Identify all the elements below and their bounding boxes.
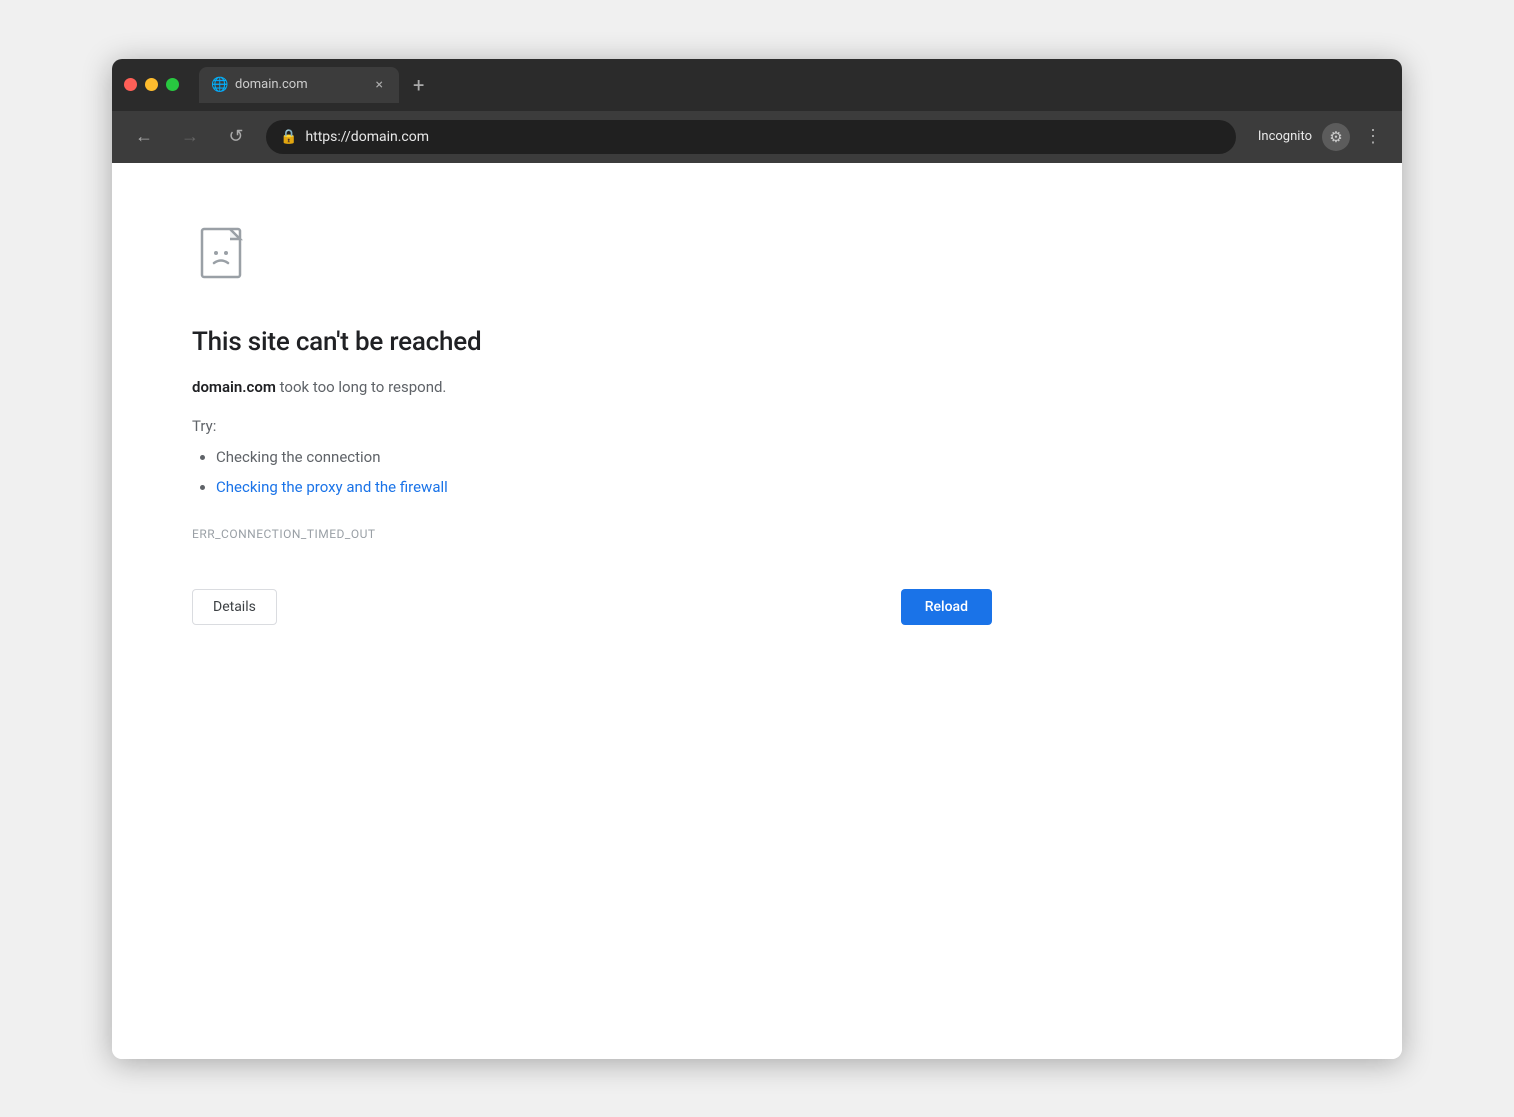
lock-icon: 🔒 <box>280 129 297 145</box>
incognito-label: Incognito <box>1258 129 1312 144</box>
tab-bar: 🌐 domain.com × + <box>199 67 1390 103</box>
incognito-icon: ⚙ <box>1322 123 1350 151</box>
close-window-button[interactable] <box>124 78 137 91</box>
error-page-icon <box>192 223 256 287</box>
maximize-window-button[interactable] <box>166 78 179 91</box>
error-description: domain.com took too long to respond. <box>192 375 992 399</box>
forward-button[interactable]: → <box>174 121 206 153</box>
try-label: Try: <box>192 417 992 435</box>
address-bar-right: Incognito ⚙ ⋮ <box>1258 122 1386 151</box>
window-controls <box>124 78 179 91</box>
tab-title: domain.com <box>235 77 364 92</box>
url-text: https://domain.com <box>305 129 429 145</box>
error-container: This site can't be reached domain.com to… <box>192 223 992 625</box>
active-tab[interactable]: 🌐 domain.com × <box>199 67 399 103</box>
back-button[interactable]: ← <box>128 121 160 153</box>
suggestions-list: Checking the connection Checking the pro… <box>192 445 992 499</box>
tab-close-icon[interactable]: × <box>372 75 387 95</box>
address-bar: ← → ↺ 🔒 https://domain.com Incognito ⚙ ⋮ <box>112 111 1402 163</box>
list-item: Checking the connection <box>216 445 992 469</box>
minimize-window-button[interactable] <box>145 78 158 91</box>
error-title: This site can't be reached <box>192 327 992 357</box>
suggestion-connection: Checking the connection <box>216 448 381 466</box>
browser-window: 🌐 domain.com × + ← → ↺ 🔒 https://domain.… <box>112 59 1402 1059</box>
title-bar: 🌐 domain.com × + <box>112 59 1402 111</box>
button-row: Details Reload <box>192 589 992 625</box>
error-domain: domain.com <box>192 378 276 396</box>
error-icon-wrapper <box>192 223 992 291</box>
error-code: ERR_CONNECTION_TIMED_OUT <box>192 527 992 541</box>
reload-button[interactable]: Reload <box>901 589 992 625</box>
proxy-firewall-link[interactable]: Checking the proxy and the firewall <box>216 478 448 496</box>
error-description-suffix: took too long to respond. <box>276 378 447 396</box>
reload-nav-button[interactable]: ↺ <box>220 121 252 153</box>
url-bar[interactable]: 🔒 https://domain.com <box>266 120 1236 154</box>
browser-menu-button[interactable]: ⋮ <box>1360 122 1386 151</box>
tab-favicon-icon: 🌐 <box>211 77 227 93</box>
list-item: Checking the proxy and the firewall <box>216 475 992 499</box>
details-button[interactable]: Details <box>192 589 277 625</box>
new-tab-button[interactable]: + <box>405 71 432 99</box>
page-content: This site can't be reached domain.com to… <box>112 163 1402 1059</box>
